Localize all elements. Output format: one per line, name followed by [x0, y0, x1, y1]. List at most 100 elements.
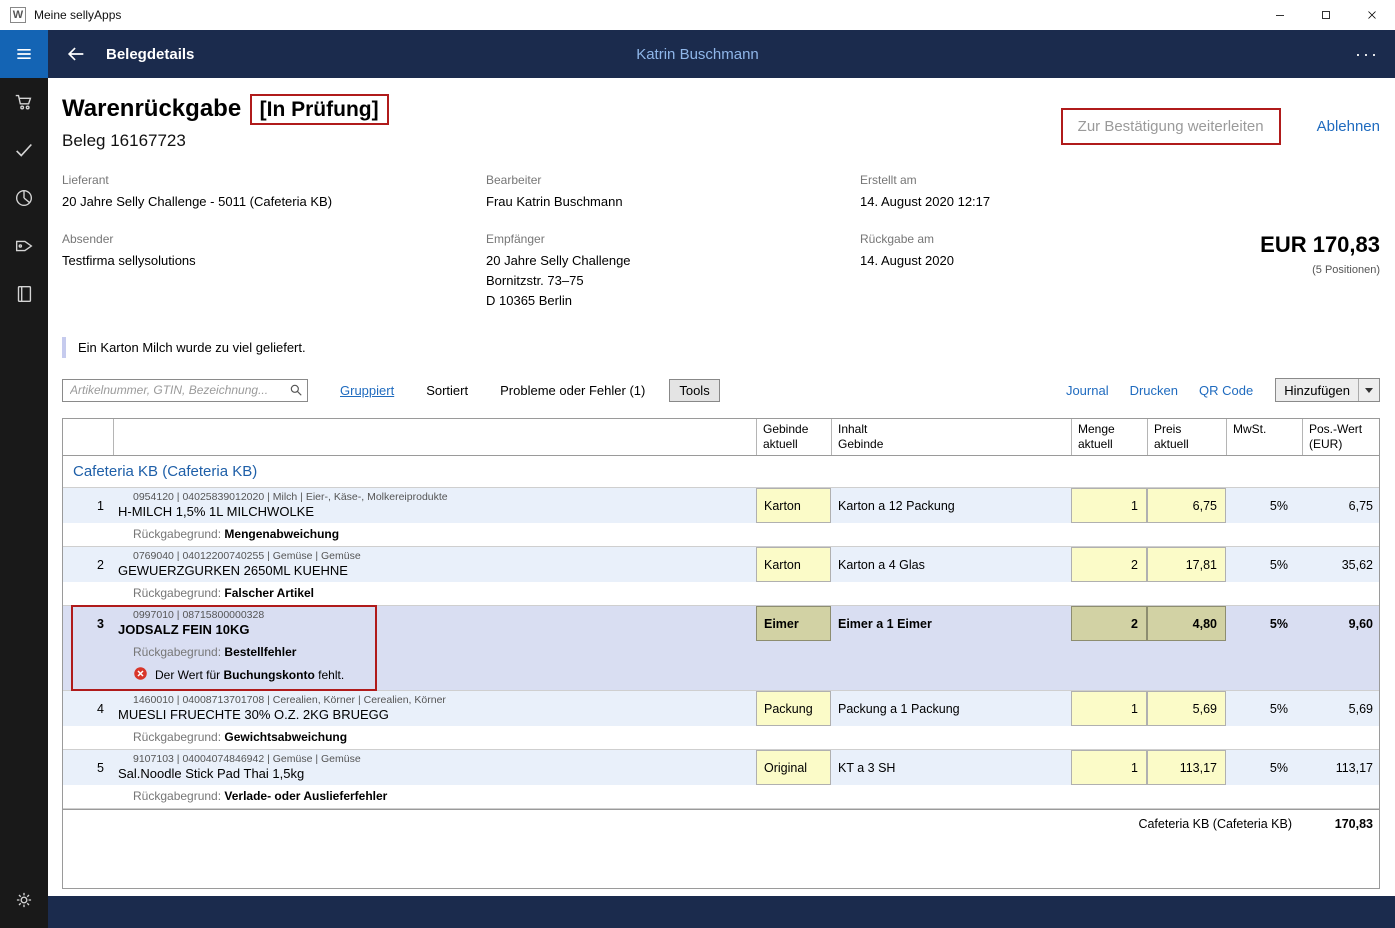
preis-cell[interactable]: 6,75 [1147, 488, 1226, 523]
gebinde-cell[interactable]: Eimer [756, 606, 831, 641]
app-icon: W [10, 7, 26, 23]
check-icon[interactable] [0, 126, 48, 174]
row-number: 1 [63, 488, 113, 523]
problems-filter[interactable]: Probleme oder Fehler (1) [500, 383, 645, 398]
article-meta: 0997010 | 08715800000328 [133, 609, 756, 622]
article-meta: 1460010 | 04008713701708 | Cerealien, Kö… [133, 694, 756, 707]
reject-button[interactable]: Ablehnen [1317, 118, 1380, 135]
close-button[interactable] [1349, 0, 1395, 30]
inhalt-cell: Karton a 12 Packung [831, 488, 1071, 523]
table-row[interactable]: 1 0954120 | 04025839012020 | Milch | Eie… [63, 488, 1379, 547]
erstellt-am-value: 14. August 2020 12:17 [860, 192, 1190, 212]
return-reason: Rückgabegrund: Gewichtsabweichung [63, 726, 1379, 749]
error-icon [133, 666, 148, 684]
positions-table: Gebindeaktuell InhaltGebinde Mengeaktuel… [62, 418, 1380, 889]
table-row[interactable]: 2 0769040 | 04012200740255 | Gemüse | Ge… [63, 547, 1379, 606]
rueckgabe-am-value: 14. August 2020 [860, 251, 1190, 271]
sorted-toggle[interactable]: Sortiert [426, 383, 468, 398]
qr-code-link[interactable]: QR Code [1199, 383, 1253, 398]
validation-error: Der Wert für Buchungskonto fehlt. [63, 664, 1379, 690]
mwst-cell: 5% [1226, 750, 1302, 785]
preis-cell[interactable]: 17,81 [1147, 547, 1226, 582]
lieferant-value: 20 Jahre Selly Challenge - 5011 (Cafeter… [62, 192, 486, 212]
absender-label: Absender [62, 232, 486, 246]
menu-icon[interactable] [0, 30, 48, 78]
gebinde-cell[interactable]: Packung [756, 691, 831, 726]
return-reason: Rückgabegrund: Mengenabweichung [63, 523, 1379, 546]
gebinde-cell[interactable]: Original [756, 750, 831, 785]
positions-count: (5 Positionen) [1190, 264, 1380, 276]
menge-cell[interactable]: 1 [1071, 691, 1147, 726]
print-link[interactable]: Drucken [1130, 383, 1178, 398]
menge-cell[interactable]: 1 [1071, 750, 1147, 785]
search-input[interactable] [62, 379, 308, 402]
col-mwst[interactable]: MwSt. [1226, 419, 1302, 455]
more-options-icon[interactable]: ··· [1355, 44, 1379, 65]
mwst-cell: 5% [1226, 547, 1302, 582]
chevron-down-icon[interactable] [1358, 379, 1379, 401]
pos-wert-cell: 5,69 [1302, 691, 1381, 726]
return-reason: Rückgabegrund: Bestellfehler [63, 641, 1379, 664]
minimize-button[interactable] [1257, 0, 1303, 30]
article-name: JODSALZ FEIN 10KG [118, 622, 756, 638]
main-content: Warenrückgabe [In Prüfung] Beleg 1616772… [48, 78, 1395, 896]
page-title: Belegdetails [106, 46, 194, 63]
table-row[interactable]: 5 9107103 | 04004074846942 | Gemüse | Ge… [63, 750, 1379, 809]
col-menge[interactable]: Mengeaktuell [1071, 419, 1147, 455]
menge-cell[interactable]: 2 [1071, 547, 1147, 582]
preis-cell[interactable]: 113,17 [1147, 750, 1226, 785]
table-row-selected[interactable]: 3 0997010 | 08715800000328 JODSALZ FEIN … [63, 606, 1379, 691]
empfaenger-line2: Bornitzstr. 73–75 [486, 271, 860, 291]
bearbeiter-value: Frau Katrin Buschmann [486, 192, 860, 212]
bearbeiter-label: Bearbeiter [486, 173, 860, 187]
article-name: Sal.Noodle Stick Pad Thai 1,5kg [118, 766, 756, 782]
forward-for-confirmation-button[interactable]: Zur Bestätigung weiterleiten [1061, 108, 1281, 145]
table-header: Gebindeaktuell InhaltGebinde Mengeaktuel… [63, 419, 1379, 456]
group-header[interactable]: Cafeteria KB (Cafeteria KB) [63, 456, 1379, 488]
tools-button[interactable]: Tools [669, 379, 719, 402]
gebinde-cell[interactable]: Karton [756, 488, 831, 523]
back-button[interactable] [62, 40, 90, 68]
article-meta: 9107103 | 04004074846942 | Gemüse | Gemü… [133, 753, 756, 766]
cart-icon[interactable] [0, 78, 48, 126]
col-wert[interactable]: Pos.-Wert(EUR) [1302, 419, 1381, 455]
return-reason: Rückgabegrund: Verlade- oder Auslieferfe… [63, 785, 1379, 808]
settings-gear-icon[interactable] [0, 876, 48, 924]
preis-cell[interactable]: 4,80 [1147, 606, 1226, 641]
rueckgabe-am-label: Rückgabe am [860, 232, 1190, 246]
tag-icon[interactable] [0, 222, 48, 270]
col-gebinde[interactable]: Gebindeaktuell [756, 419, 831, 455]
app-header: Belegdetails Katrin Buschmann ··· [0, 30, 1395, 78]
document-title: Warenrückgabe [62, 95, 241, 122]
mwst-cell: 5% [1226, 691, 1302, 726]
mwst-cell: 5% [1226, 488, 1302, 523]
lieferant-label: Lieferant [62, 173, 486, 187]
col-preis[interactable]: Preisaktuell [1147, 419, 1226, 455]
status-badge-annotated: [In Prüfung] [250, 94, 389, 125]
table-row[interactable]: 4 1460010 | 04008713701708 | Cerealien, … [63, 691, 1379, 750]
menge-cell[interactable]: 1 [1071, 488, 1147, 523]
inhalt-cell: Packung a 1 Packung [831, 691, 1071, 726]
menge-cell[interactable]: 2 [1071, 606, 1147, 641]
row-number: 5 [63, 750, 113, 785]
inhalt-cell: KT a 3 SH [831, 750, 1071, 785]
pos-wert-cell: 35,62 [1302, 547, 1381, 582]
header-user-name[interactable]: Katrin Buschmann [636, 46, 759, 63]
gebinde-cell[interactable]: Karton [756, 547, 831, 582]
add-button[interactable]: Hinzufügen [1275, 378, 1380, 402]
maximize-button[interactable] [1303, 0, 1349, 30]
book-icon[interactable] [0, 270, 48, 318]
preis-cell[interactable]: 5,69 [1147, 691, 1226, 726]
search-icon[interactable] [289, 383, 303, 400]
footer-total: 170,83 [1302, 810, 1381, 837]
article-name: GEWUERZGURKEN 2650ML KUEHNE [118, 563, 756, 579]
pie-chart-icon[interactable] [0, 174, 48, 222]
col-inhalt[interactable]: InhaltGebinde [831, 419, 1071, 455]
row-number: 4 [63, 691, 113, 726]
pos-wert-cell: 6,75 [1302, 488, 1381, 523]
window-titlebar: W Meine sellyApps [0, 0, 1395, 30]
grouped-toggle[interactable]: Gruppiert [340, 383, 394, 398]
list-toolbar: Gruppiert Sortiert Probleme oder Fehler … [62, 378, 1380, 402]
journal-link[interactable]: Journal [1066, 383, 1109, 398]
empfaenger-line3: D 10365 Berlin [486, 291, 860, 311]
